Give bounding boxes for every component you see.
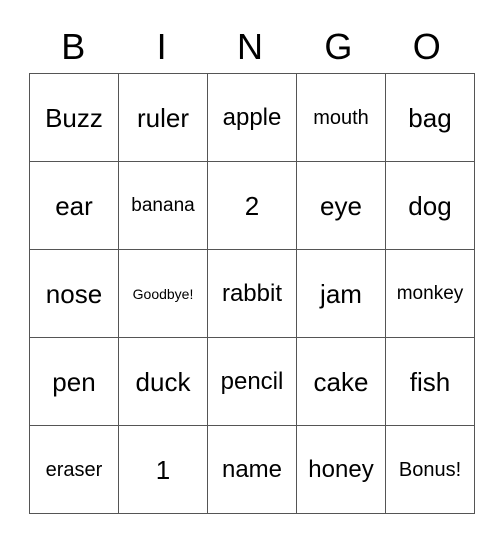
bingo-cell[interactable]: mouth bbox=[296, 73, 386, 162]
bingo-cell[interactable]: jam bbox=[296, 249, 386, 338]
bingo-cell[interactable]: pencil bbox=[207, 337, 297, 426]
bingo-cell[interactable]: bag bbox=[385, 73, 475, 162]
grid-row: eraser 1 name honey Bonus! bbox=[29, 425, 475, 514]
bingo-cell[interactable]: apple bbox=[207, 73, 297, 162]
bingo-cell[interactable]: fish bbox=[385, 337, 475, 426]
bingo-cell[interactable]: monkey bbox=[385, 249, 475, 338]
bingo-cell[interactable]: name bbox=[207, 425, 297, 514]
header-letter-i: I bbox=[156, 26, 167, 67]
bingo-cell[interactable]: dog bbox=[385, 161, 475, 250]
grid-row: nose Goodbye! rabbit jam monkey bbox=[29, 249, 475, 338]
bingo-cell[interactable]: Buzz bbox=[29, 73, 119, 162]
bingo-cell[interactable]: ruler bbox=[118, 73, 208, 162]
header-letter-b: B bbox=[61, 26, 86, 67]
bingo-cell[interactable]: 2 bbox=[207, 161, 297, 250]
grid-row: ear banana 2 eye dog bbox=[29, 161, 475, 250]
header-letter-g: G bbox=[324, 26, 353, 67]
bingo-cell[interactable]: eye bbox=[296, 161, 386, 250]
bingo-cell[interactable]: honey bbox=[296, 425, 386, 514]
header-letter-o: O bbox=[412, 26, 441, 67]
bingo-cell[interactable]: duck bbox=[118, 337, 208, 426]
bingo-cell[interactable]: pen bbox=[29, 337, 119, 426]
header-letter-n: N bbox=[236, 26, 263, 67]
bingo-cell[interactable]: eraser bbox=[29, 425, 119, 514]
bingo-cell[interactable]: rabbit bbox=[207, 249, 297, 338]
bingo-cell[interactable]: Bonus! bbox=[385, 425, 475, 514]
grid-row: pen duck pencil cake fish bbox=[29, 337, 475, 426]
bingo-cell[interactable]: Goodbye! bbox=[118, 249, 208, 338]
bingo-header: B I N G O bbox=[29, 22, 471, 72]
bingo-cell[interactable]: nose bbox=[29, 249, 119, 338]
bingo-cell[interactable]: 1 bbox=[118, 425, 208, 514]
bingo-cell[interactable]: cake bbox=[296, 337, 386, 426]
bingo-card-grid: Buzz ruler apple mouth bag ear banana 2 … bbox=[29, 73, 475, 514]
bingo-cell[interactable]: banana bbox=[118, 161, 208, 250]
grid-row: Buzz ruler apple mouth bag bbox=[29, 73, 475, 162]
bingo-cell[interactable]: ear bbox=[29, 161, 119, 250]
